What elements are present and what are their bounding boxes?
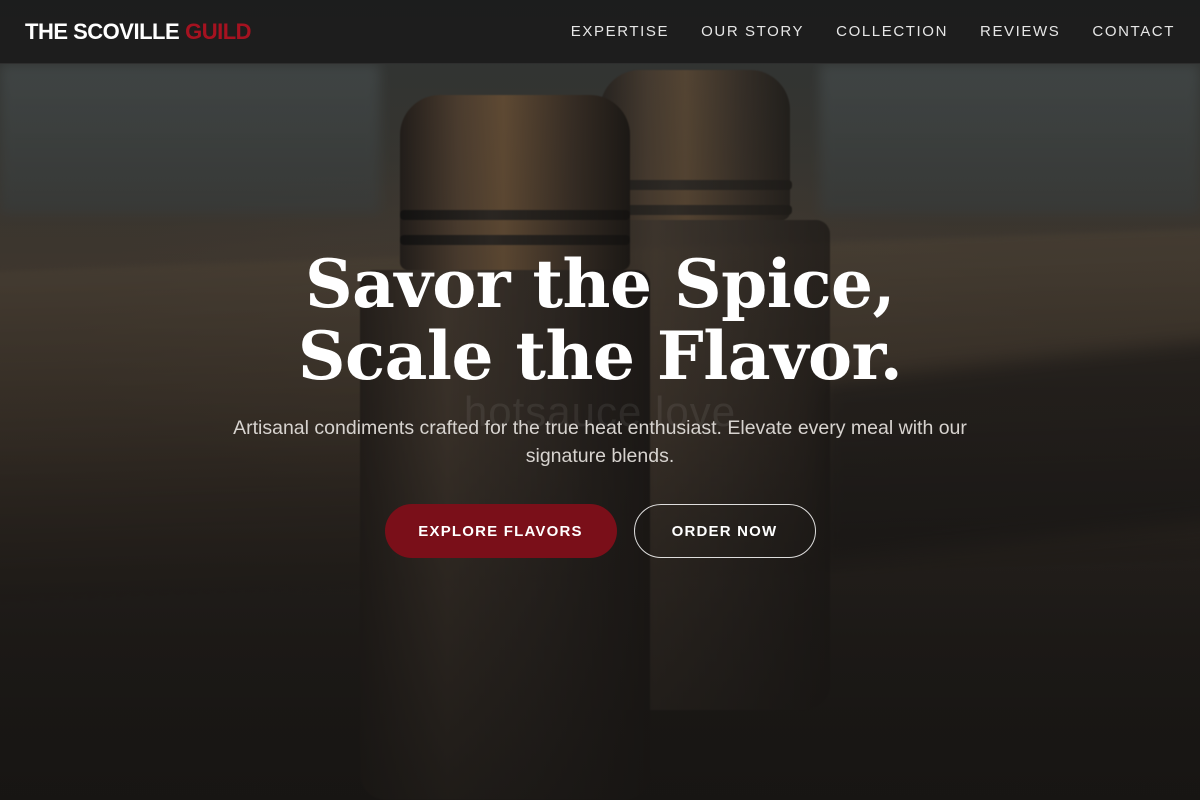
- brand-name-accent: GUILD: [185, 18, 252, 44]
- hero-headline-line-2: Scale the Flavor.: [297, 317, 903, 395]
- hero-subtitle: Artisanal condiments crafted for the tru…: [233, 417, 967, 467]
- nav-link-contact[interactable]: CONTACT: [1092, 23, 1175, 40]
- brand-logo[interactable]: THE SCOVILLE GUILD: [25, 18, 252, 45]
- order-now-button[interactable]: ORDER NOW: [633, 504, 816, 558]
- nav-link-expertise[interactable]: EXPERTISE: [571, 23, 669, 40]
- nav-link-our-story[interactable]: OUR STORY: [701, 23, 804, 40]
- nav-link-collection[interactable]: COLLECTION: [836, 23, 948, 40]
- hero-section: Savor the Spice, Scale the Flavor. Artis…: [0, 248, 1200, 558]
- nav-link-reviews[interactable]: REVIEWS: [980, 23, 1060, 40]
- top-navigation: THE SCOVILLE GUILD EXPERTISE OUR STORY C…: [0, 0, 1200, 64]
- explore-flavors-button[interactable]: EXPLORE FLAVORS: [384, 504, 617, 558]
- hero-headline: Savor the Spice, Scale the Flavor.: [297, 245, 903, 395]
- hero-headline-line-1: Savor the Spice,: [304, 245, 896, 323]
- hero-cta-row: EXPLORE FLAVORS ORDER NOW: [384, 504, 816, 558]
- nav-links: EXPERTISE OUR STORY COLLECTION REVIEWS C…: [571, 23, 1175, 40]
- brand-name-primary: THE SCOVILLE: [25, 18, 180, 44]
